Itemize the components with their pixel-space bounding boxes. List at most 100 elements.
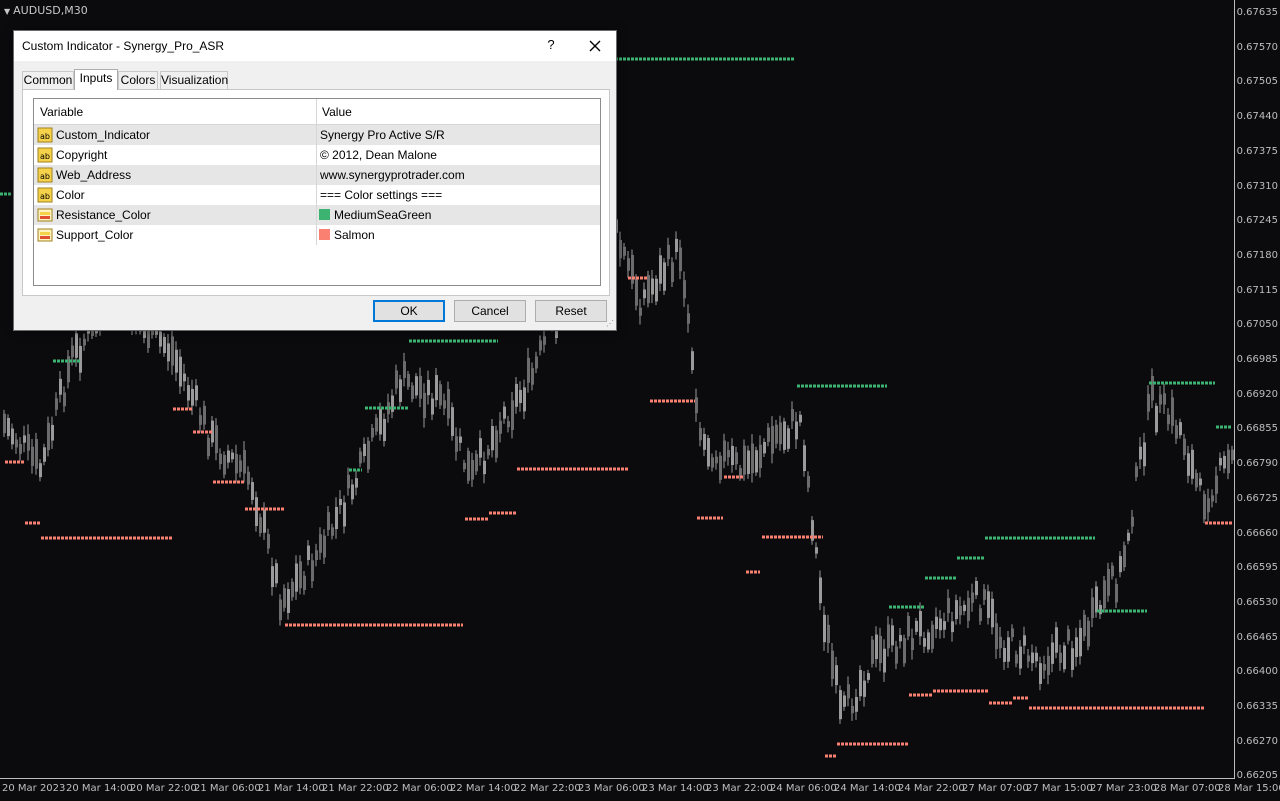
close-icon[interactable] <box>582 33 608 59</box>
candle-body <box>363 443 366 457</box>
candle-body <box>1131 516 1134 527</box>
candle-body <box>1171 397 1174 426</box>
input-row-support-color[interactable]: Support_Color Salmon <box>34 225 600 245</box>
reset-button[interactable]: Reset <box>535 300 607 322</box>
candle-body <box>1003 647 1006 662</box>
candle-body <box>403 361 406 379</box>
candle-body <box>995 623 998 650</box>
candle-body <box>459 436 462 443</box>
price-axis-label: 0.66855 <box>1236 423 1278 435</box>
input-row-custom-indicator[interactable]: ab Custom_Indicator Synergy Pro Active S… <box>34 125 600 145</box>
candle-body <box>935 616 938 630</box>
candle-body <box>907 615 910 637</box>
candle-body <box>1007 637 1010 662</box>
input-row-resistance-color[interactable]: Resistance_Color MediumSeaGreen <box>34 205 600 225</box>
column-header-variable[interactable]: Variable <box>40 105 83 119</box>
candle-body <box>1067 629 1070 641</box>
candle-body <box>779 422 782 445</box>
candle-body <box>1115 583 1118 603</box>
candle-body <box>711 457 714 468</box>
candle-body <box>415 376 418 396</box>
price-axis-label: 0.66790 <box>1236 458 1278 470</box>
time-axis[interactable]: 20 Mar 2023 20 Mar 14:00 20 Mar 22:00 21 Ma… <box>0 778 1280 801</box>
candle-body <box>1123 545 1126 568</box>
candle-body <box>435 375 438 401</box>
candle-body <box>967 597 970 621</box>
input-value[interactable]: === Color settings === <box>320 188 442 202</box>
candle-body <box>755 450 758 473</box>
price-axis-label: 0.67050 <box>1236 319 1278 331</box>
candle-body <box>691 351 694 371</box>
candle-body <box>743 445 746 475</box>
candle-body <box>83 338 86 346</box>
candle-body <box>783 421 786 450</box>
time-axis-label: 23 Mar 14:00 <box>642 783 709 794</box>
candle-body <box>47 422 50 451</box>
tab-common[interactable]: Common <box>22 71 74 89</box>
candle-body <box>951 621 954 633</box>
candle-body <box>1119 556 1122 573</box>
dialog-title-bar[interactable]: Custom Indicator - Synergy_Pro_ASR ? <box>14 31 616 61</box>
candle-body <box>1199 478 1202 486</box>
candle-body <box>359 451 362 464</box>
input-value[interactable]: © 2012, Dean Malone <box>320 148 437 162</box>
input-row-copyright[interactable]: ab Copyright © 2012, Dean Malone <box>34 145 600 165</box>
candle-body <box>11 428 14 445</box>
tab-colors[interactable]: Colors <box>118 71 158 89</box>
candle-body <box>671 262 674 282</box>
candle-body <box>303 575 306 591</box>
candle-body <box>791 409 794 422</box>
input-value[interactable]: Synergy Pro Active S/R <box>320 128 445 142</box>
candle-body <box>1195 473 1198 488</box>
color-swatch[interactable] <box>319 229 330 240</box>
candle-body <box>1071 648 1074 670</box>
candle-body <box>747 450 750 474</box>
help-button[interactable]: ? <box>544 37 558 52</box>
tab-visualization[interactable]: Visualization <box>160 71 228 89</box>
time-axis-label: 24 Mar 14:00 <box>834 783 901 794</box>
input-value[interactable]: Salmon <box>334 228 375 242</box>
tab-inputs[interactable]: Inputs <box>74 69 118 90</box>
string-icon: ab <box>37 187 53 203</box>
cancel-button[interactable]: Cancel <box>454 300 526 322</box>
candle-body <box>1091 597 1094 619</box>
candle-body <box>1039 663 1042 684</box>
candle-body <box>427 379 430 396</box>
input-row-color[interactable]: ab Color === Color settings === <box>34 185 600 205</box>
candle-body <box>203 405 206 425</box>
resize-grip-icon[interactable]: ⋰ <box>606 319 614 328</box>
candle-body <box>939 618 942 631</box>
candle-body <box>819 577 822 604</box>
candle-body <box>171 336 174 366</box>
chart-symbol-label[interactable]: ▼ AUDUSD,M30 <box>4 4 88 17</box>
column-divider[interactable] <box>316 99 317 124</box>
candle-body <box>355 478 358 488</box>
candle-body <box>419 375 422 399</box>
time-axis-label: 20 Mar 2023 <box>2 783 66 794</box>
input-name: Web_Address <box>56 168 132 182</box>
ok-button[interactable]: OK <box>373 300 445 322</box>
candle-body <box>1035 652 1038 662</box>
candle-body <box>943 621 946 630</box>
custom-indicator-dialog: Custom Indicator - Synergy_Pro_ASR ? Com… <box>13 30 617 331</box>
input-value[interactable]: MediumSeaGreen <box>334 208 431 222</box>
candle-body <box>7 417 10 437</box>
price-axis-label: 0.67570 <box>1236 41 1278 53</box>
time-axis-label: 28 Mar 07:00 <box>1154 783 1221 794</box>
dropdown-triangle-icon[interactable]: ▼ <box>4 7 10 16</box>
candle-body <box>771 425 774 454</box>
candle-body <box>243 450 246 474</box>
candle-body <box>931 624 934 649</box>
candle-body <box>975 581 978 596</box>
column-header-value[interactable]: Value <box>322 105 352 119</box>
candle-body <box>187 385 190 401</box>
candle-body <box>979 608 982 622</box>
candle-body <box>867 673 870 680</box>
candle-body <box>431 398 434 415</box>
candle-body <box>179 356 182 387</box>
input-value[interactable]: www.synergyprotrader.com <box>320 168 465 182</box>
color-swatch[interactable] <box>319 209 330 220</box>
input-row-web-address[interactable]: ab Web_Address www.synergyprotrader.com <box>34 165 600 185</box>
price-axis[interactable]: 0.67635 0.67570 0.67505 0.67440 0.67375 0.673… <box>1234 0 1280 781</box>
candle-body <box>815 547 818 554</box>
